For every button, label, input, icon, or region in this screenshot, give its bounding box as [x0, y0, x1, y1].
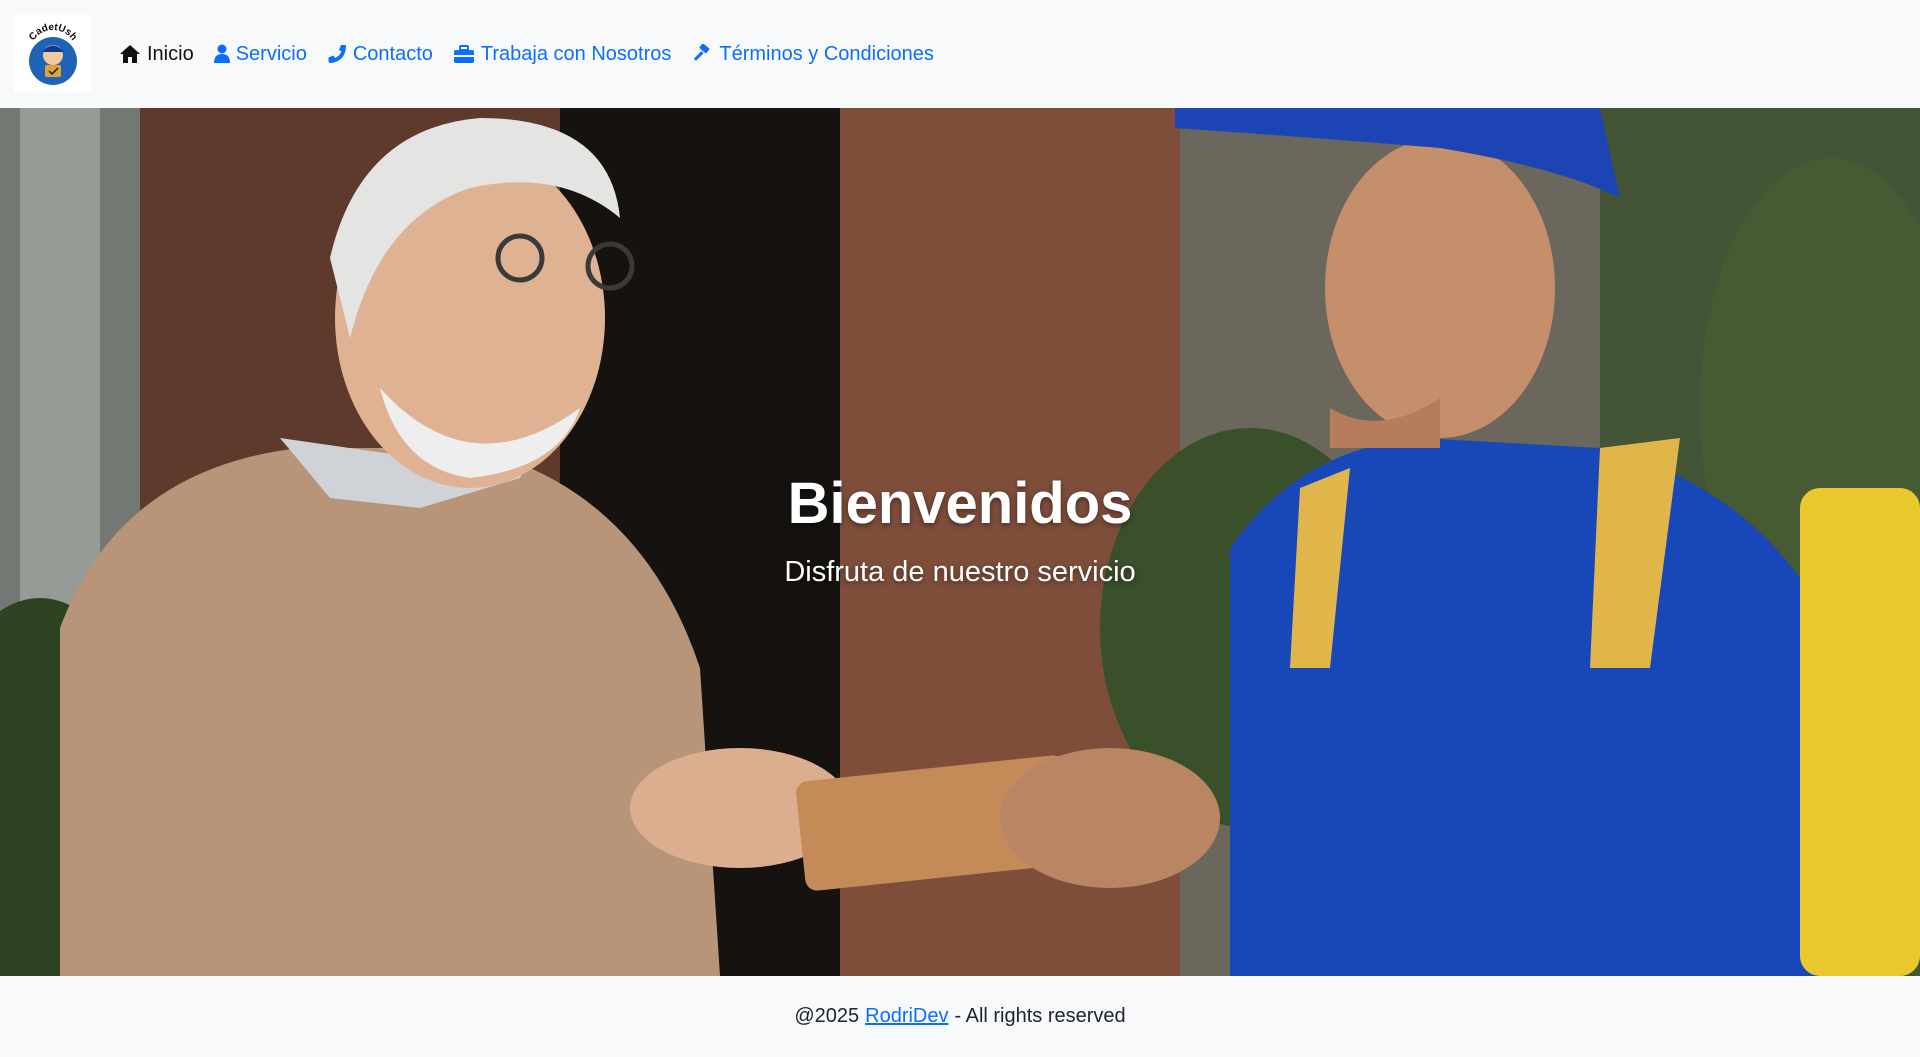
hero-banner: Bienvenidos Disfruta de nuestro servicio	[0, 108, 1920, 976]
nav-terminos[interactable]: Términos y Condiciones	[691, 43, 934, 66]
main-nav: Inicio Servicio Contacto Trabaja con Nos…	[119, 0, 954, 108]
nav-inicio[interactable]: Inicio	[119, 43, 194, 66]
navbar: CadetUsh Inicio Servicio Contacto Trabaj…	[0, 0, 1920, 108]
nav-trabaja-label: Trabaja con Nosotros	[480, 42, 672, 65]
phone-icon	[328, 45, 346, 63]
footer-author-link[interactable]: RodriDev	[865, 1005, 948, 1028]
nav-servicio-label: Servicio	[235, 42, 307, 65]
user-icon	[213, 44, 230, 63]
home-icon	[120, 45, 140, 63]
footer-copyright: @2025	[794, 1005, 860, 1027]
hero-title: Bienvenidos	[787, 471, 1133, 536]
hero-subtitle: Disfruta de nuestro servicio	[784, 556, 1136, 588]
nav-terminos-label: Términos y Condiciones	[719, 42, 934, 65]
delivery-person-logo-icon: CadetUsh	[27, 21, 79, 85]
brand-logo[interactable]: CadetUsh	[14, 15, 91, 92]
hero-photo	[0, 108, 1920, 976]
toolbox-icon	[453, 45, 474, 63]
nav-contacto-label: Contacto	[352, 42, 433, 65]
nav-servicio[interactable]: Servicio	[213, 42, 307, 66]
footer: @2025 RodriDev - All rights reserved	[0, 976, 1920, 1057]
footer-rights: - All rights reserved	[954, 1005, 1126, 1027]
nav-inicio-label: Inicio	[147, 42, 194, 65]
nav-contacto[interactable]: Contacto	[327, 43, 433, 66]
gavel-icon	[694, 44, 710, 61]
nav-trabaja[interactable]: Trabaja con Nosotros	[453, 43, 671, 66]
